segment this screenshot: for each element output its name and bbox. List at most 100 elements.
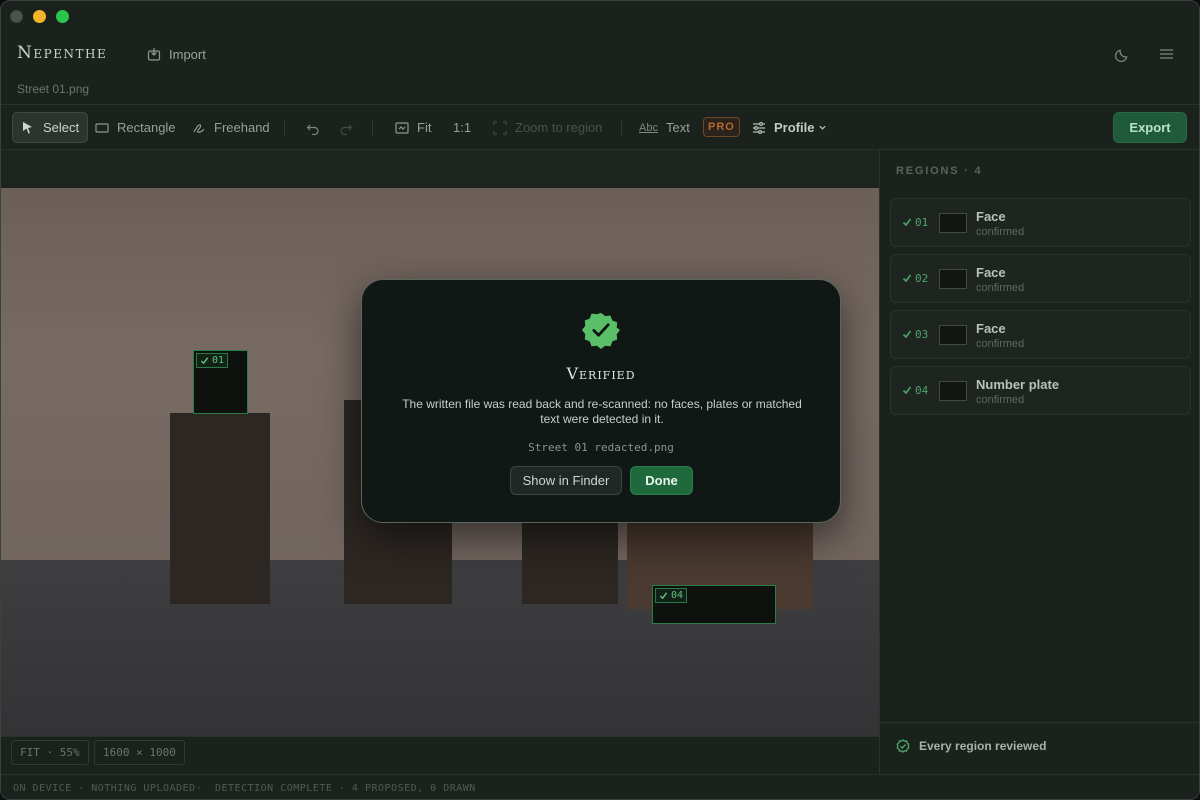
- file-name: Street 01.png: [17, 82, 90, 96]
- undo-button[interactable]: [298, 112, 328, 143]
- status-bar: ON DEVICE · NOTHING UPLOADED · DETECTION…: [1, 774, 1199, 799]
- check-icon: [902, 386, 912, 395]
- shield-check-icon: [896, 739, 910, 753]
- region-status: confirmed: [976, 226, 1025, 238]
- region-card[interactable]: 03 Face confirmed: [890, 310, 1191, 359]
- zoom-region-icon: [493, 120, 507, 135]
- select-label: Select: [43, 120, 80, 135]
- toolbar: Select Rectangle Freehand Fit 1:1 Zoom t…: [1, 105, 1199, 149]
- dialog-file-name: Street 01 redacted.png: [528, 441, 674, 454]
- toolbar-separator: [372, 120, 373, 136]
- theme-toggle-button[interactable]: [1111, 43, 1133, 65]
- fit-label: Fit: [417, 120, 432, 135]
- region-status: confirmed: [976, 282, 1025, 294]
- redo-icon: [340, 124, 353, 135]
- review-footer: Every region reviewed: [880, 722, 1199, 774]
- one-to-one-button[interactable]: 1:1: [445, 112, 479, 143]
- fit-icon: [395, 121, 409, 134]
- undo-icon: [306, 124, 319, 135]
- image-figure: [170, 413, 270, 604]
- region-number: 04: [915, 384, 929, 397]
- check-icon: [902, 330, 912, 339]
- freehand-tool-button[interactable]: Freehand: [184, 112, 278, 143]
- redo-button[interactable]: [331, 112, 361, 143]
- status-right: DETECTION COMPLETE · 4 PROPOSED, 0 DRAWN: [215, 783, 476, 794]
- window-maximize-button[interactable]: [56, 10, 69, 23]
- region-tag-id: 01: [212, 355, 225, 366]
- region-card[interactable]: 02 Face confirmed: [890, 254, 1191, 303]
- sliders-icon: [753, 121, 765, 134]
- status-left: ON DEVICE · NOTHING UPLOADED: [13, 783, 196, 794]
- region-thumbnail: [939, 213, 967, 233]
- import-icon: [147, 48, 161, 61]
- zoom-to-region-label: Zoom to region: [515, 120, 603, 135]
- text-tool-button[interactable]: Abc Text: [631, 112, 698, 143]
- window-minimize-button[interactable]: [33, 10, 46, 23]
- app-window: Nepenthe Import Street 01.png Select Rec…: [0, 0, 1200, 800]
- region-label: Number plate: [976, 377, 1060, 392]
- import-button[interactable]: Import: [139, 41, 214, 67]
- dialog-message: The written file was read back and re-sc…: [402, 397, 802, 426]
- region-thumbnail: [939, 381, 967, 401]
- region-label: Face: [976, 209, 1006, 224]
- region-thumbnail: [939, 325, 967, 345]
- freehand-label: Freehand: [214, 120, 270, 135]
- region-box[interactable]: 04: [652, 585, 776, 624]
- rectangle-tool-button[interactable]: Rectangle: [87, 112, 184, 143]
- region-thumbnail: [939, 269, 967, 289]
- cursor-icon: [23, 121, 32, 134]
- verified-badge-icon: [582, 312, 620, 349]
- one-to-one-label: 1:1: [453, 120, 472, 135]
- text-label: Text: [665, 120, 690, 135]
- region-label: Face: [976, 321, 1006, 336]
- region-card[interactable]: 01 Face confirmed: [890, 198, 1191, 247]
- rectangle-label: Rectangle: [117, 120, 176, 135]
- status-separator: ·: [196, 783, 203, 794]
- rectangle-icon: [95, 122, 109, 133]
- region-number: 01: [915, 216, 929, 229]
- image-size-chip: 1600 × 1000: [94, 740, 185, 765]
- verified-dialog: Verified The written file was read back …: [361, 279, 841, 523]
- profile-label: Profile: [774, 120, 815, 135]
- check-icon: [902, 274, 912, 283]
- check-icon: [659, 592, 668, 600]
- menu-button[interactable]: [1155, 43, 1177, 65]
- check-icon: [902, 218, 912, 227]
- show-in-finder-button[interactable]: Show in Finder: [510, 466, 622, 495]
- region-number: 02: [915, 272, 929, 285]
- region-number: 03: [915, 328, 929, 341]
- check-icon: [200, 357, 209, 365]
- dialog-title: Verified: [566, 364, 636, 383]
- region-tag: 01: [196, 353, 229, 368]
- select-tool-button[interactable]: Select: [12, 112, 89, 143]
- text-abc-icon: Abc: [639, 121, 658, 134]
- moon-icon: [1114, 49, 1127, 62]
- region-status: confirmed: [976, 394, 1025, 406]
- zoom-chip[interactable]: FIT · 55%: [11, 740, 89, 765]
- region-box[interactable]: 01: [193, 350, 248, 414]
- profile-dropdown[interactable]: Profile: [744, 112, 835, 143]
- regions-title: REGIONS · 4: [896, 165, 983, 177]
- region-tag-id: 04: [671, 590, 684, 601]
- export-button[interactable]: Export: [1113, 112, 1187, 143]
- pro-badge: PRO: [703, 117, 740, 137]
- review-status: Every region reviewed: [919, 739, 1047, 753]
- done-button[interactable]: Done: [630, 466, 693, 495]
- region-tag: 04: [655, 588, 688, 603]
- canvas-footer: FIT · 55% 1600 × 1000: [1, 736, 879, 774]
- region-label: Face: [976, 265, 1006, 280]
- chevron-down-icon: [819, 125, 827, 130]
- app-title: Nepenthe: [17, 43, 108, 63]
- toolbar-separator: [621, 120, 622, 136]
- zoom-to-region-button[interactable]: Zoom to region: [485, 112, 610, 143]
- window-close-button[interactable]: [10, 10, 23, 23]
- region-card[interactable]: 04 Number plate confirmed: [890, 366, 1191, 415]
- fit-button[interactable]: Fit: [387, 112, 439, 143]
- regions-sidebar: REGIONS · 4 01 Face confirmed 02 Face co…: [879, 150, 1199, 774]
- region-status: confirmed: [976, 338, 1025, 350]
- import-label: Import: [169, 46, 206, 62]
- toolbar-separator: [284, 120, 285, 136]
- title-bar: [1, 1, 1199, 33]
- freehand-icon: [193, 123, 205, 133]
- hamburger-icon: [1159, 49, 1173, 59]
